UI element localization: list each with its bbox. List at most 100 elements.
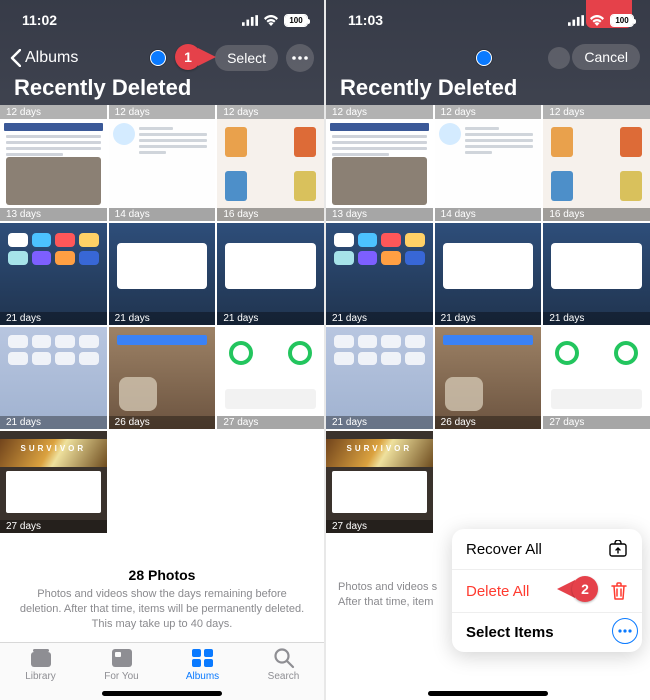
footer-text-partial: Photos and videos s After that time, ite… xyxy=(338,580,440,610)
photo-count: 28 Photos xyxy=(16,567,308,583)
status-icons: 100 xyxy=(242,14,308,27)
thumb-badge: 26 days xyxy=(435,416,542,429)
photo-thumb[interactable]: 21 days xyxy=(326,223,433,325)
thumb-badge: 21 days xyxy=(0,312,107,325)
page-title: Recently Deleted xyxy=(14,75,191,101)
delete-all-item[interactable]: Delete All xyxy=(452,570,642,613)
photo-thumb[interactable]: 14 days xyxy=(435,119,542,221)
footer-desc: Photos and videos show the days remainin… xyxy=(16,587,308,632)
photo-thumb[interactable]: 21 days xyxy=(217,223,324,325)
cancel-button[interactable]: Cancel xyxy=(572,44,640,70)
photo-thumb[interactable]: 21 days xyxy=(0,327,107,429)
thumb-badge: 21 days xyxy=(326,416,433,429)
thumb-badge: 27 days xyxy=(217,416,324,429)
wifi-icon xyxy=(263,14,279,26)
phone-left: 11:02 100 Albums Select Recently Deleted xyxy=(0,0,324,700)
recover-all-item[interactable]: Recover All xyxy=(452,529,642,570)
annotation-marker-1: 1 xyxy=(175,44,216,70)
battery-level: 100 xyxy=(611,15,633,26)
thumb-badge: 21 days xyxy=(435,312,542,325)
thumb-badge: 12 days xyxy=(0,105,107,119)
photo-grid[interactable]: 13 days 14 days 16 days 21 days 21 days … xyxy=(0,119,324,535)
photo-thumb[interactable]: 21 days xyxy=(435,223,542,325)
tab-library[interactable]: Library xyxy=(0,647,81,700)
thumb-badge: 27 days xyxy=(326,520,433,533)
photo-thumb[interactable]: 16 days xyxy=(217,119,324,221)
home-indicator[interactable] xyxy=(428,691,548,696)
more-circle-button[interactable] xyxy=(612,618,638,644)
thumb-badge: 26 days xyxy=(109,416,216,429)
thumb-badge: 21 days xyxy=(543,312,650,325)
selection-dot xyxy=(150,50,166,66)
thumb-badge: 14 days xyxy=(435,208,542,221)
photo-thumb[interactable]: SURVIVOR 27 days xyxy=(0,431,107,533)
photo-thumb[interactable]: 27 days xyxy=(217,327,324,429)
thumb-badge: 16 days xyxy=(543,208,650,221)
trash-icon xyxy=(606,581,628,601)
battery-level: 100 xyxy=(285,15,307,26)
page-title: Recently Deleted xyxy=(340,75,517,101)
battery-icon: 100 xyxy=(610,14,634,27)
top-strip: 12 days 12 days 12 days xyxy=(326,105,650,119)
recover-icon xyxy=(606,540,628,558)
more-disabled xyxy=(548,47,570,69)
selection-dot xyxy=(476,50,492,66)
home-indicator[interactable] xyxy=(102,691,222,696)
chevron-left-icon xyxy=(10,49,21,67)
thumb-badge: 27 days xyxy=(543,416,650,429)
photo-thumb[interactable]: 16 days xyxy=(543,119,650,221)
select-button[interactable]: Select xyxy=(215,45,278,71)
photo-thumb[interactable]: 14 days xyxy=(109,119,216,221)
status-bar: 11:03 100 xyxy=(326,0,650,38)
photo-thumb[interactable]: 21 days xyxy=(109,223,216,325)
annotation-marker-2: 2 xyxy=(557,576,598,602)
thumb-badge: 12 days xyxy=(217,105,324,119)
photo-grid[interactable]: 13 days 14 days 16 days 21 days 21 days … xyxy=(326,119,650,535)
wifi-icon xyxy=(589,14,605,26)
photo-thumb[interactable]: 26 days xyxy=(435,327,542,429)
photo-thumb[interactable]: 21 days xyxy=(0,223,107,325)
photo-thumb[interactable]: 21 days xyxy=(543,223,650,325)
ellipsis-icon xyxy=(292,56,308,60)
status-time: 11:02 xyxy=(22,12,57,28)
ellipsis-icon xyxy=(618,629,632,633)
photo-thumb[interactable]: 26 days xyxy=(109,327,216,429)
back-label: Albums xyxy=(25,49,78,67)
thumb-badge: 21 days xyxy=(109,312,216,325)
thumb-badge: 12 days xyxy=(543,105,650,119)
thumb-badge: 21 days xyxy=(0,416,107,429)
footer-text: 28 Photos Photos and videos show the day… xyxy=(0,557,324,642)
photo-thumb[interactable]: 13 days xyxy=(326,119,433,221)
thumb-badge: 27 days xyxy=(0,520,107,533)
tab-search[interactable]: Search xyxy=(243,647,324,700)
survivor-label: SURVIVOR xyxy=(326,444,433,453)
photo-thumb[interactable]: 27 days xyxy=(543,327,650,429)
more-button[interactable] xyxy=(286,44,314,72)
status-time: 11:03 xyxy=(348,12,383,28)
status-bar: 11:02 100 xyxy=(0,0,324,38)
library-icon xyxy=(28,647,54,669)
phone-right: 11:03 100 Cancel Recently Deleted 12 day… xyxy=(326,0,650,700)
thumb-badge: 16 days xyxy=(217,208,324,221)
back-button[interactable]: Albums xyxy=(10,49,78,67)
top-strip: 12 days 12 days 12 days xyxy=(0,105,324,119)
albums-icon xyxy=(190,647,216,669)
survivor-label: SURVIVOR xyxy=(0,444,107,453)
photo-thumb[interactable]: SURVIVOR 27 days xyxy=(326,431,433,533)
photo-thumb[interactable]: 13 days xyxy=(0,119,107,221)
thumb-badge: 12 days xyxy=(109,105,216,119)
thumb-badge: 14 days xyxy=(109,208,216,221)
battery-icon: 100 xyxy=(284,14,308,27)
thumb-badge: 12 days xyxy=(435,105,542,119)
cellular-icon xyxy=(242,15,258,26)
foryou-icon xyxy=(110,647,134,669)
photo-thumb[interactable]: 21 days xyxy=(326,327,433,429)
thumb-badge: 13 days xyxy=(0,208,107,221)
thumb-badge: 13 days xyxy=(326,208,433,221)
thumb-badge: 21 days xyxy=(326,312,433,325)
thumb-badge: 12 days xyxy=(326,105,433,119)
cellular-icon xyxy=(568,15,584,26)
thumb-badge: 21 days xyxy=(217,312,324,325)
search-icon xyxy=(273,647,295,669)
status-icons: 100 xyxy=(568,14,634,27)
